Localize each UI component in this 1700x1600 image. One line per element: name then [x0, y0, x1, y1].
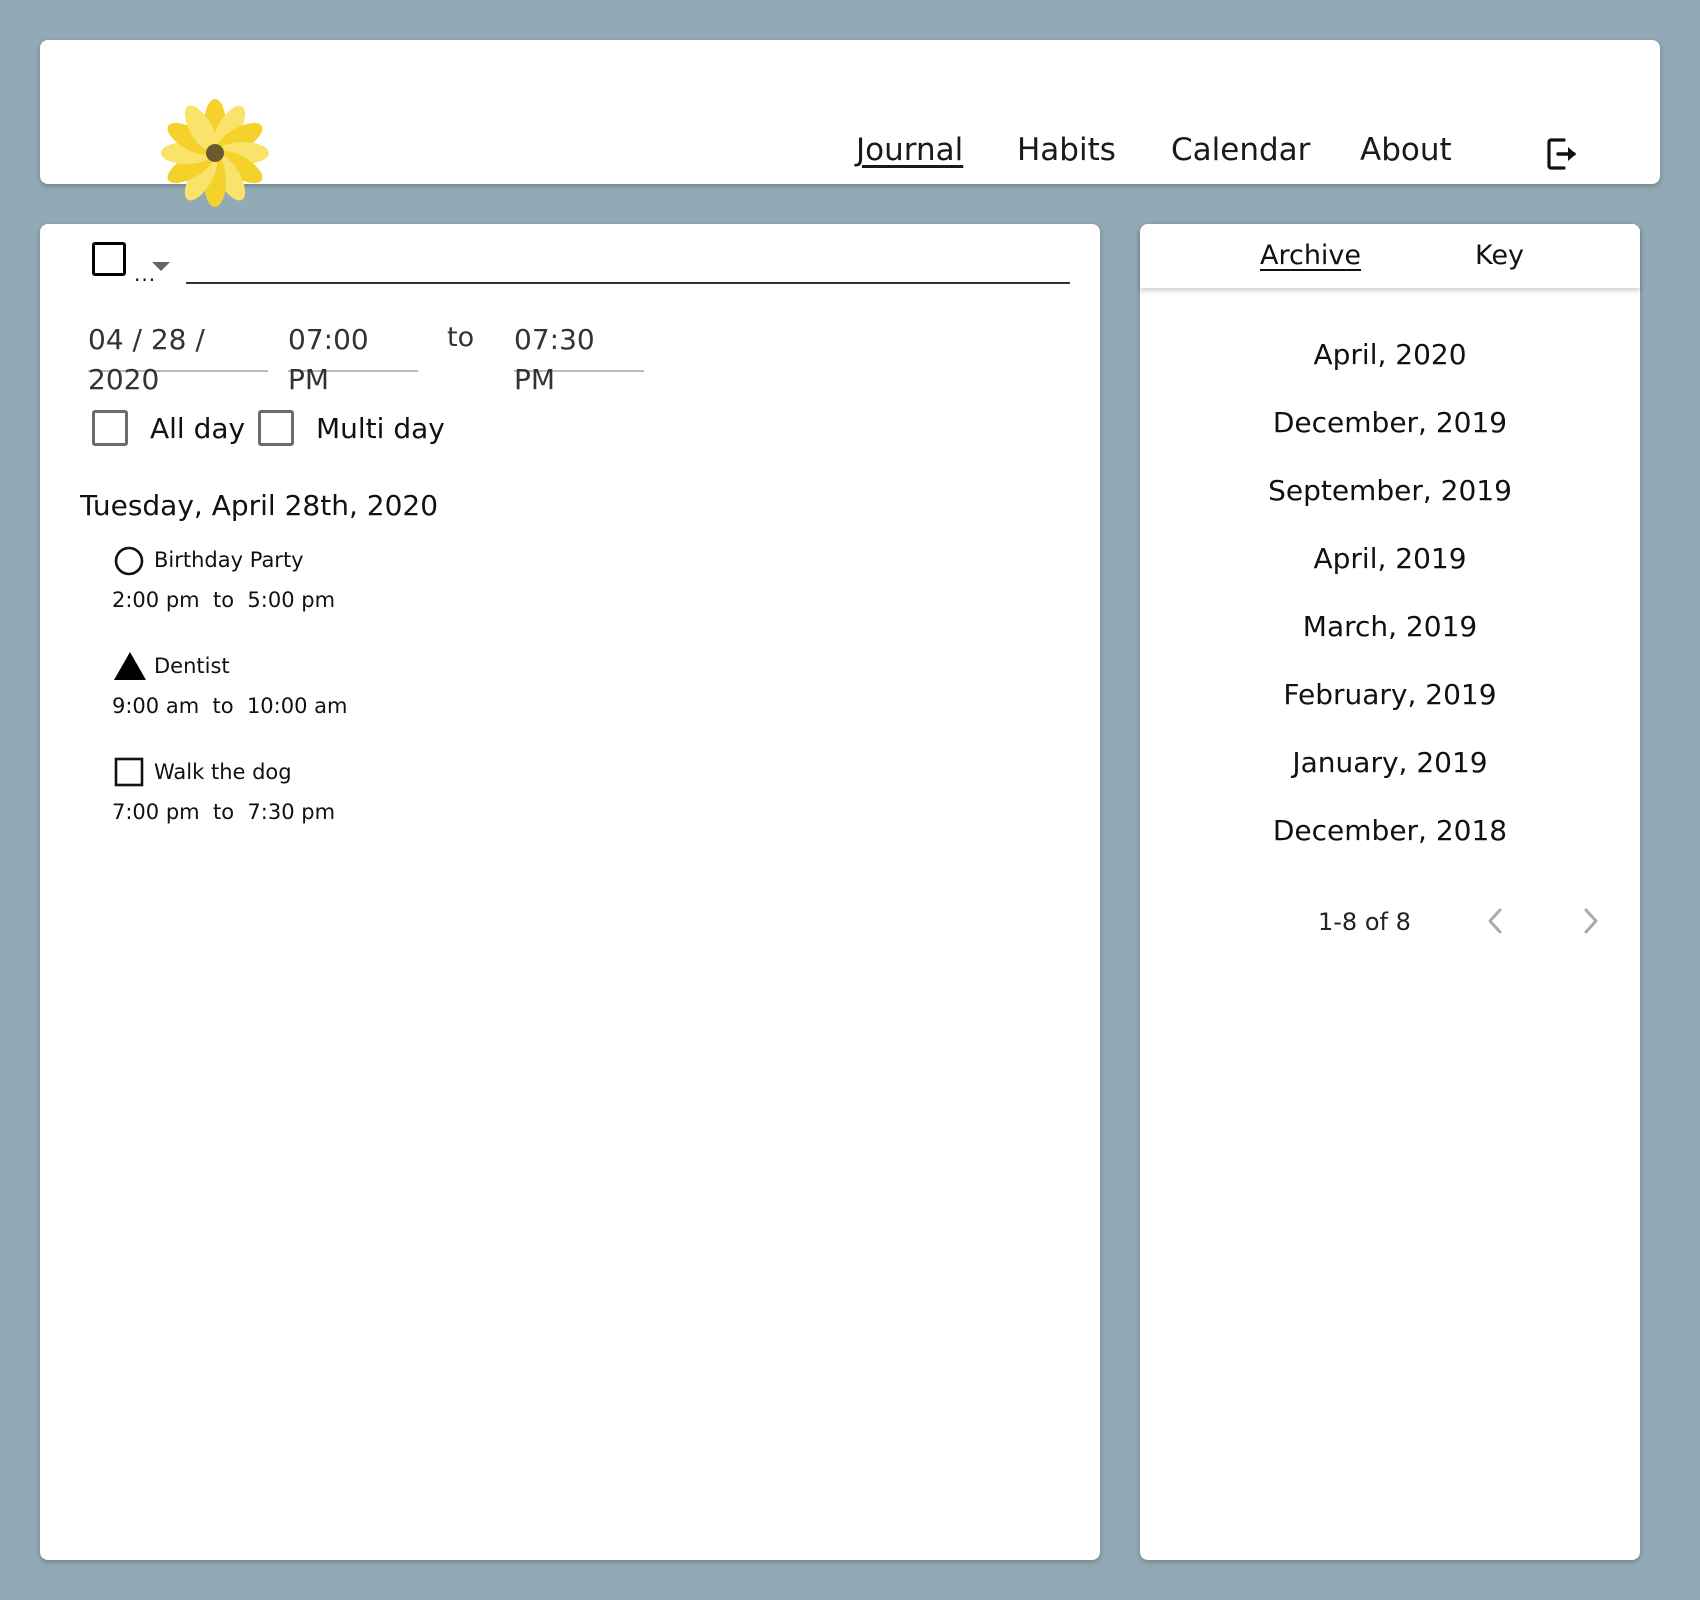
nav-calendar[interactable]: Calendar: [1171, 132, 1310, 168]
multi-day-checkbox[interactable]: [258, 410, 294, 446]
entry-title-input[interactable]: [186, 242, 1070, 284]
event-time: 9:00 am to 10:00 am: [112, 694, 348, 718]
chevron-down-icon[interactable]: [152, 262, 170, 271]
triangle-icon[interactable]: [113, 651, 147, 681]
top-navbar: Journal Habits Calendar About: [40, 40, 1660, 207]
tab-archive[interactable]: Archive: [1260, 240, 1361, 271]
day-heading: Tuesday, April 28th, 2020: [80, 489, 439, 522]
archive-month-link[interactable]: December, 2018: [1140, 814, 1640, 847]
event-title: Dentist: [154, 654, 230, 678]
archive-month-link[interactable]: March, 2019: [1140, 610, 1640, 643]
multi-day-label: Multi day: [316, 412, 445, 445]
end-time-input[interactable]: 07:30 PM: [514, 320, 644, 396]
journal-panel: ... 04 / 28 / 2020 07:00 PM to 07:30 PM …: [40, 224, 1100, 1560]
chevron-right-icon[interactable]: [1576, 904, 1606, 938]
event-title: Walk the dog: [154, 760, 292, 784]
archive-month-link[interactable]: December, 2019: [1140, 406, 1640, 439]
archive-panel: Archive Key April, 2020 December, 2019 S…: [1140, 224, 1640, 1560]
sidebar-tabs: Archive Key: [1140, 224, 1640, 288]
event-time: 7:00 pm to 7:30 pm: [112, 800, 336, 824]
sunflower-logo[interactable]: [160, 98, 270, 208]
time-range-separator: to: [447, 322, 475, 353]
tab-key[interactable]: Key: [1475, 240, 1524, 271]
date-input[interactable]: 04 / 28 / 2020: [88, 320, 268, 396]
pagination-range: 1-8 of 8: [1318, 908, 1411, 936]
circle-icon[interactable]: [113, 545, 145, 577]
square-icon[interactable]: [114, 757, 144, 787]
start-time-input[interactable]: 07:00 PM: [288, 320, 418, 396]
chevron-left-icon[interactable]: [1480, 904, 1510, 938]
archive-month-link[interactable]: April, 2020: [1140, 338, 1640, 371]
archive-month-link[interactable]: February, 2019: [1140, 678, 1640, 711]
all-day-label: All day: [150, 412, 246, 445]
logout-icon[interactable]: [1546, 136, 1580, 172]
archive-month-link[interactable]: September, 2019: [1140, 474, 1640, 507]
nav-habits[interactable]: Habits: [1017, 132, 1116, 168]
archive-month-link[interactable]: January, 2019: [1140, 746, 1640, 779]
nav-journal[interactable]: Journal: [856, 132, 963, 168]
all-day-checkbox[interactable]: [92, 410, 128, 446]
entry-type-checkbox[interactable]: [92, 242, 126, 276]
archive-month-link[interactable]: April, 2019: [1140, 542, 1640, 575]
nav-about[interactable]: About: [1360, 132, 1452, 168]
event-time: 2:00 pm to 5:00 pm: [112, 588, 336, 612]
event-title: Birthday Party: [154, 548, 304, 572]
